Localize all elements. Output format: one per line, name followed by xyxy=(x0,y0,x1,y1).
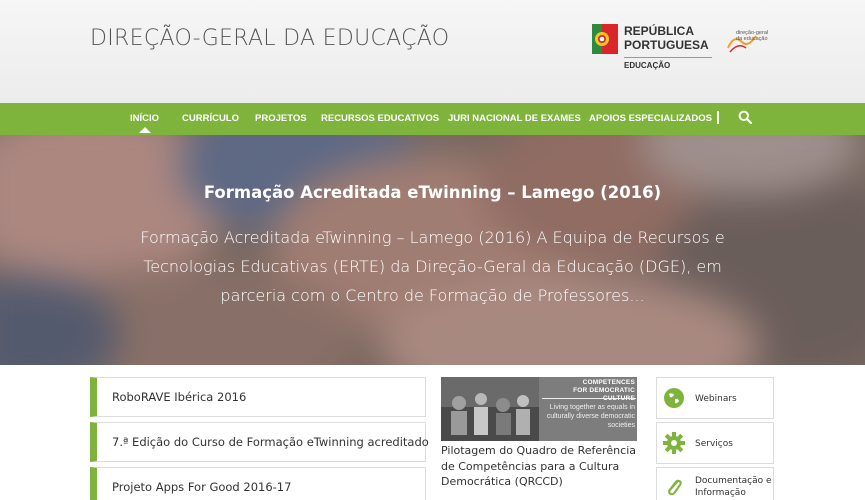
hero-title[interactable]: Formação Acreditada eTwinning – Lamego (… xyxy=(0,183,865,202)
republica-portuguesa-logo[interactable]: REPÚBLICA PORTUGUESA EDUCAÇÃO xyxy=(592,22,717,72)
feature-image-divider xyxy=(542,398,636,399)
news-item-label: Projeto Apps For Good 2016-17 xyxy=(112,480,292,494)
nav-item-recursos-educativos[interactable]: RECURSOS EDUCATIVOS xyxy=(321,103,439,135)
feature-image-caption-line2: FOR DEMOCRATIC CULTURE xyxy=(573,387,635,402)
news-item[interactable]: RoboRAVE Ibérica 2016 xyxy=(90,377,426,417)
news-item-label: RoboRAVE Ibérica 2016 xyxy=(112,390,247,404)
logo-sub: EDUCAÇÃO xyxy=(624,61,671,70)
feature-title[interactable]: Pilotagem do Quadro de Referência de Com… xyxy=(441,443,641,490)
feature-image-caption-bottom: Living together as equals in culturally … xyxy=(546,404,635,429)
globe-icon xyxy=(664,388,684,408)
logo-divider xyxy=(624,57,712,58)
feature-image[interactable]: COMPETENCES FOR DEMOCRATIC CULTURE Livin… xyxy=(441,377,637,441)
nav-item-juri-nacional[interactable]: JURI NACIONAL DE EXAMES xyxy=(448,103,581,135)
quick-link-label: Documentação e Informação xyxy=(695,476,772,498)
nav-item-curriculo[interactable]: CURRÍCULO xyxy=(182,103,239,135)
news-item[interactable]: 7.ª Edição do Curso de Formação eTwinnin… xyxy=(90,422,429,462)
republica-emblem-icon xyxy=(592,24,618,54)
site-header: DIREÇÃO-GERAL DA EDUCAÇÃO REPÚBLICA PORT… xyxy=(0,0,865,103)
hero-text: Formação Acreditada eTwinning – Lamego (… xyxy=(140,228,725,305)
logo-line1: REPÚBLICA xyxy=(624,24,695,38)
site-title[interactable]: DIREÇÃO-GERAL DA EDUCAÇÃO xyxy=(90,26,449,51)
search-icon[interactable] xyxy=(738,110,752,124)
dge-logo[interactable]: direção-geral da educação xyxy=(726,28,770,56)
paperclip-icon xyxy=(668,479,682,496)
dge-logo-line2: da educação xyxy=(736,36,768,42)
feature-image-caption-top: COMPETENCES FOR DEMOCRATIC CULTURE xyxy=(541,379,635,403)
republica-portuguesa-wordmark: REPÚBLICA PORTUGUESA xyxy=(624,24,709,52)
active-nav-indicator xyxy=(139,127,151,133)
hero-banner[interactable]: Formação Acreditada eTwinning – Lamego (… xyxy=(0,135,865,365)
nav-item-projetos[interactable]: PROJETOS xyxy=(255,103,307,135)
quick-link-label: Webinars xyxy=(695,394,737,404)
logo-line2: PORTUGUESA xyxy=(624,38,709,52)
quick-link-webinars[interactable]: Webinars xyxy=(656,377,774,419)
quick-link-servicos[interactable]: Serviços xyxy=(656,422,774,464)
news-item-label: 7.ª Edição do Curso de Formação eTwinnin… xyxy=(112,435,429,449)
news-item[interactable]: Projeto Apps For Good 2016-17 xyxy=(90,467,426,500)
nav-divider xyxy=(717,111,719,124)
main-nav: INÍCIO CURRÍCULO PROJETOS RECURSOS EDUCA… xyxy=(0,103,865,135)
dge-logo-text: direção-geral da educação xyxy=(736,30,768,42)
quick-link-documentacao[interactable]: Documentação e Informação xyxy=(656,467,774,500)
feature-image-caption-line1: COMPETENCES xyxy=(582,379,635,386)
nav-item-apoios-especializados[interactable]: APOIOS ESPECIALIZADOS xyxy=(589,103,712,135)
quick-link-label: Serviços xyxy=(695,439,733,449)
gear-icon xyxy=(663,432,685,454)
feature-photo xyxy=(441,377,539,441)
